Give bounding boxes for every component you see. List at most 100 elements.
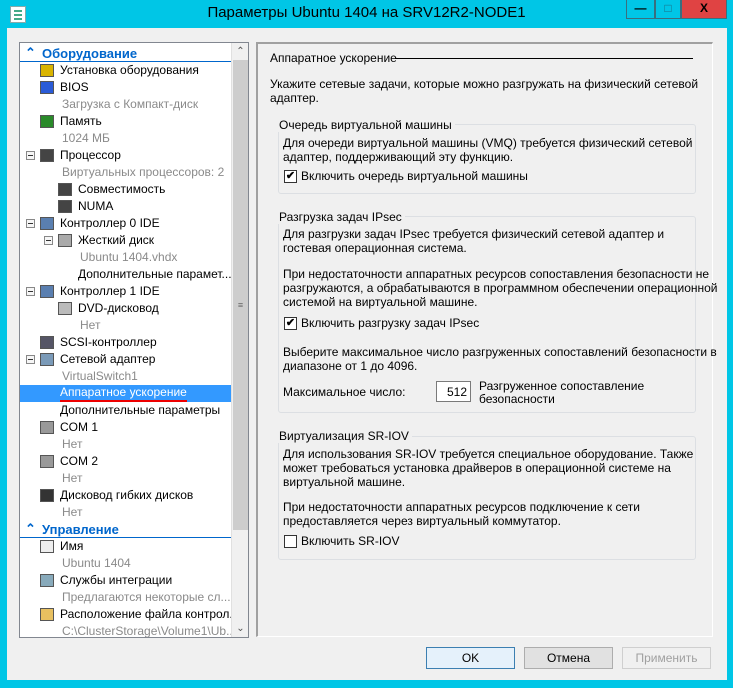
tree-section-header[interactable]: ⌃ Оборудование <box>20 45 232 62</box>
ide-controller-icon <box>40 285 54 298</box>
ipsec-text: Для разгрузки задач IPsec требуется физи… <box>283 227 665 241</box>
integration-services-icon <box>40 574 54 587</box>
sriov-checkbox-label[interactable]: Включить SR-IOV <box>301 534 400 548</box>
scroll-thumb[interactable]: ≡ <box>233 60 248 530</box>
memory-icon <box>40 115 54 128</box>
vmq-checkbox-label[interactable]: Включить очередь виртуальной машины <box>301 169 528 183</box>
tree-item[interactable]: Службы интеграции <box>20 572 232 589</box>
tree-item[interactable]: Установка оборудования <box>20 62 232 79</box>
tree-item[interactable]: Дополнительные параметры <box>20 402 232 419</box>
vmq-group-title: Очередь виртуальной машины <box>277 118 455 132</box>
floppy-icon <box>40 489 54 502</box>
tree-item-label: Нет <box>80 318 101 332</box>
ipsec-text: гостевая операционная система. <box>283 241 467 255</box>
ok-button[interactable]: OK <box>426 647 515 669</box>
sriov-checkbox[interactable] <box>284 535 297 548</box>
minimize-button[interactable]: — <box>626 0 655 19</box>
max-number-unit: безопасности <box>479 392 555 406</box>
collapse-toggle-icon[interactable] <box>26 151 35 160</box>
tree-item-label: Предлагаются некоторые сл... <box>62 590 231 604</box>
com-port-icon <box>40 421 54 434</box>
scroll-up-icon[interactable]: ⌃ <box>232 43 248 60</box>
network-adapter-icon <box>40 353 54 366</box>
com-port-icon <box>40 455 54 468</box>
tree-item[interactable]: Расположение файла контрол... <box>20 606 232 623</box>
collapse-toggle-icon[interactable] <box>44 236 53 245</box>
ipsec-checkbox-label[interactable]: Включить разгрузку задач IPsec <box>301 316 479 330</box>
tree-item-detail: Ubuntu 1404.vhdx <box>20 249 232 266</box>
tree-item[interactable]: DVD-дисковод <box>20 300 232 317</box>
tree-item[interactable]: Имя <box>20 538 232 555</box>
tree-item-label: Оборудование <box>42 46 138 61</box>
max-number-label: Максимальное число: <box>283 385 406 399</box>
sriov-text: может требоваться установка драйверов в … <box>283 461 671 475</box>
tree-section-header[interactable]: ⌃ Управление <box>20 521 232 538</box>
ipsec-text: Выберите максимальное число разгруженных… <box>283 345 717 359</box>
collapse-section-icon: ⌃ <box>25 521 36 536</box>
tree-item[interactable]: Совместимость <box>20 181 232 198</box>
tree-item[interactable]: NUMA <box>20 198 232 215</box>
tree-item-label: Установка оборудования <box>60 63 199 77</box>
max-number-input[interactable]: 512 <box>436 381 471 402</box>
tree-item-label: Процессор <box>60 148 121 162</box>
tree-item-label: Нет <box>62 505 83 519</box>
tree-item-label: BIOS <box>60 80 89 94</box>
collapse-toggle-icon[interactable] <box>26 355 35 364</box>
hard-disk-icon <box>58 234 72 247</box>
tree-item[interactable]: Контроллер 0 IDE <box>20 215 232 232</box>
scroll-down-icon[interactable]: ⌄ <box>232 620 248 637</box>
tree-item[interactable]: SCSI-контроллер <box>20 334 232 351</box>
tree-item-label: COM 2 <box>60 454 99 468</box>
tree-item-label: Жесткий диск <box>78 233 155 247</box>
ipsec-text: системой на виртуальной машине. <box>283 295 478 309</box>
tree-item-label: Контроллер 0 IDE <box>60 216 160 230</box>
tree-item-detail: Нет <box>20 470 232 487</box>
tree-item-label: Нет <box>62 437 83 451</box>
tree-item-detail: C:\ClusterStorage\Volume1\Ub... <box>20 623 232 637</box>
tree-item-detail: Предлагаются некоторые сл... <box>20 589 232 606</box>
collapse-toggle-icon[interactable] <box>26 219 35 228</box>
sriov-text: виртуальной машине. <box>283 475 406 489</box>
sriov-text: Для использования SR-IOV требуется специ… <box>283 447 694 461</box>
vmq-checkbox[interactable]: ✔ <box>284 170 297 183</box>
tree-item[interactable]: BIOS <box>20 79 232 96</box>
intro-text: адаптер. <box>270 91 319 105</box>
tree-item-detail: Загрузка с Компакт-диск <box>20 96 232 113</box>
tree-item-label: Загрузка с Компакт-диск <box>62 97 199 111</box>
vmq-text: адаптер, поддерживающий эту функцию. <box>283 150 514 164</box>
tree-item-label: Контроллер 1 IDE <box>60 284 160 298</box>
tree-item[interactable]: Аппаратное ускорение <box>20 385 232 402</box>
tree-item-label: Дополнительные параметры <box>60 403 221 417</box>
tree-item-label: Виртуальных процессоров: 2 <box>62 165 225 179</box>
tree-item-label: VirtualSwitch1 <box>62 369 138 383</box>
maximize-button[interactable]: □ <box>655 0 681 19</box>
tree-item[interactable]: COM 1 <box>20 419 232 436</box>
apply-button[interactable]: Применить <box>622 647 711 669</box>
add-hardware-icon <box>40 64 54 77</box>
tree-item[interactable]: Дисковод гибких дисков <box>20 487 232 504</box>
tree-item[interactable]: Сетевой адаптер <box>20 351 232 368</box>
tree-item[interactable]: Память <box>20 113 232 130</box>
tree-item[interactable]: Дополнительные парамет... <box>20 266 232 283</box>
tree-item-label: Сетевой адаптер <box>60 352 156 366</box>
tree-item-label: SCSI-контроллер <box>60 335 157 349</box>
close-button[interactable]: X <box>681 0 727 19</box>
vmq-text: Для очереди виртуальной машины (VMQ) тре… <box>283 136 693 150</box>
tree-scrollbar[interactable]: ⌃ ≡ ⌄ <box>231 43 248 637</box>
ide-controller-icon <box>40 217 54 230</box>
tree-item[interactable]: COM 2 <box>20 453 232 470</box>
tree-item[interactable]: Процессор <box>20 147 232 164</box>
tree-item-label: NUMA <box>78 199 114 213</box>
max-number-unit: Разгруженное сопоставление <box>479 379 645 393</box>
intro-text: Укажите сетевые задачи, которые можно ра… <box>270 77 699 91</box>
tree-item[interactable]: Контроллер 1 IDE <box>20 283 232 300</box>
tree-item-detail: Нет <box>20 436 232 453</box>
dvd-icon <box>58 302 72 315</box>
tree-item-detail: Виртуальных процессоров: 2 <box>20 164 232 181</box>
cancel-button[interactable]: Отмена <box>524 647 613 669</box>
ipsec-checkbox[interactable]: ✔ <box>284 317 297 330</box>
tree-item-label: Нет <box>62 471 83 485</box>
ipsec-group-title: Разгрузка задач IPsec <box>277 210 405 224</box>
tree-item[interactable]: Жесткий диск <box>20 232 232 249</box>
collapse-toggle-icon[interactable] <box>26 287 35 296</box>
